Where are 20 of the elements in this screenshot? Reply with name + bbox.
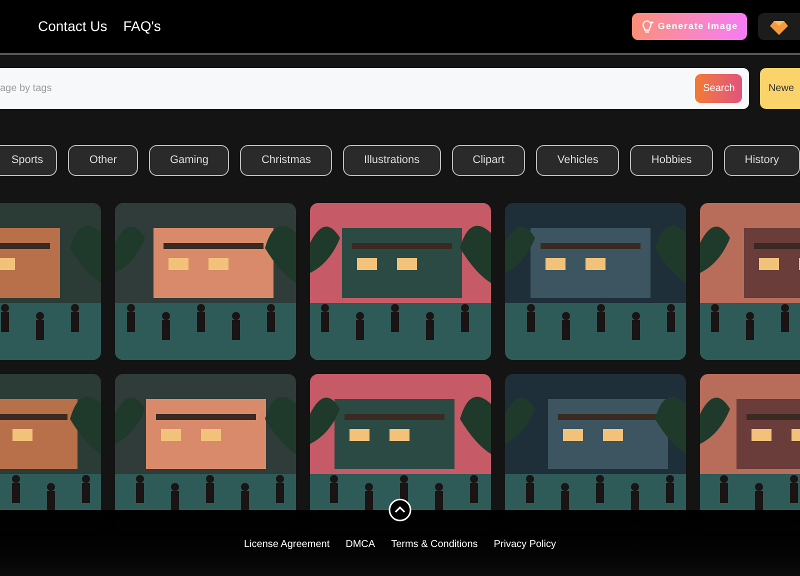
- lightbulb-icon: [640, 20, 654, 34]
- footer-link[interactable]: License Agreement: [244, 536, 330, 552]
- tag-button[interactable]: Sports: [0, 145, 58, 176]
- footer-link[interactable]: DMCA: [346, 536, 376, 552]
- tag-button[interactable]: History: [724, 145, 800, 176]
- scroll-up-icon[interactable]: [388, 498, 412, 522]
- diamond-icon: [770, 18, 788, 34]
- diamond-button[interactable]: [758, 13, 800, 40]
- tag-button[interactable]: Christmas: [240, 145, 332, 176]
- tag-button[interactable]: Clipart: [452, 145, 526, 176]
- nav-link[interactable]: FAQ's: [123, 16, 161, 37]
- footer-link[interactable]: Privacy Policy: [494, 536, 556, 552]
- tag-button[interactable]: Hobbies: [630, 145, 713, 176]
- tag-button[interactable]: Gaming: [148, 145, 230, 176]
- tag-button[interactable]: Vehicles: [536, 145, 620, 176]
- tag-button[interactable]: Illustrations: [342, 145, 441, 176]
- footer-link[interactable]: Terms & Conditions: [391, 536, 478, 552]
- nav-link[interactable]: Contact Us: [38, 16, 108, 37]
- sort-button[interactable]: Newe: [760, 68, 800, 109]
- tag-button[interactable]: Other: [68, 145, 138, 176]
